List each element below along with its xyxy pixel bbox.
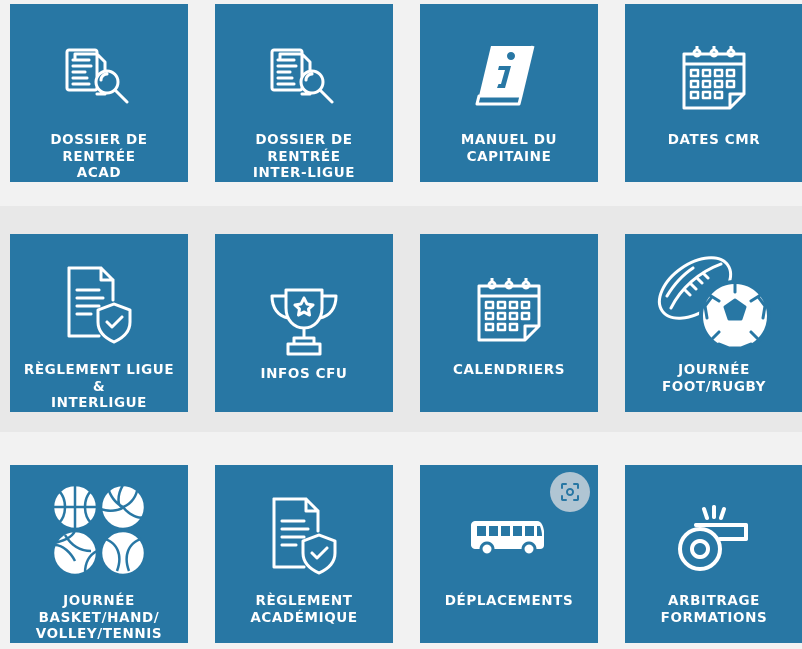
tile-label: DATES CMR [667,132,761,148]
tile-journee-foot-rugby[interactable]: JOURNÉE FOOT/RUGBY [625,234,802,412]
tile-label: DÉPLACEMENTS [444,593,574,609]
tile-label: DOSSIER DE RENTRÉE ACAD [50,132,148,181]
tile-label: DOSSIER DE RENTRÉE INTER-LIGUE [252,132,356,181]
tile-label: JOURNÉE FOOT/RUGBY [661,362,767,395]
document-search-icon [10,44,188,120]
visual-search-button[interactable] [550,472,590,512]
football-rugby-icon [625,248,802,360]
tile-label: JOURNÉE BASKET/HAND/VOLLEY/TENNIS [35,593,163,642]
whistle-icon [625,505,802,581]
document-shield-icon [215,495,393,581]
tile-dossier-rentree-inter-ligue[interactable]: DOSSIER DE RENTRÉE INTER-LIGUE [215,4,393,182]
tile-label: RÈGLEMENT ACADÉMIQUE [250,593,358,626]
tile-reglement-ligue-interligue[interactable]: RÈGLEMENT LIGUE & INTERLIGUE [10,234,188,412]
tile-label: RÈGLEMENT LIGUE & INTERLIGUE [23,362,175,411]
tile-manuel-du-capitaine[interactable]: MANUEL DU CAPITAINE [420,4,598,182]
tile-journee-basket-hand-volley-tennis[interactable]: JOURNÉE BASKET/HAND/VOLLEY/TENNIS [10,465,188,643]
trophy-icon [215,284,393,364]
tile-dossier-rentree-acad[interactable]: DOSSIER DE RENTRÉE ACAD [10,4,188,182]
tile-label: INFOS CFU [260,366,348,382]
calendar-icon [420,276,598,350]
tile-infos-cfu[interactable]: INFOS CFU [215,234,393,412]
tile-label: MANUEL DU CAPITAINE [460,132,558,165]
document-search-icon [215,44,393,120]
tile-calendriers[interactable]: CALENDRIERS [420,234,598,412]
tile-label: CALENDRIERS [452,362,566,378]
tile-dates-cmr[interactable]: DATES CMR [625,4,802,182]
sports-balls-icon [10,483,188,581]
tile-label: ARBITRAGE FORMATIONS [660,593,768,626]
document-shield-icon [10,264,188,350]
info-book-icon [420,40,598,114]
tile-arbitrage-formations[interactable]: ARBITRAGE FORMATIONS [625,465,802,643]
tile-reglement-academique[interactable]: RÈGLEMENT ACADÉMIQUE [215,465,393,643]
calendar-icon [625,44,802,118]
bus-icon [420,517,598,561]
